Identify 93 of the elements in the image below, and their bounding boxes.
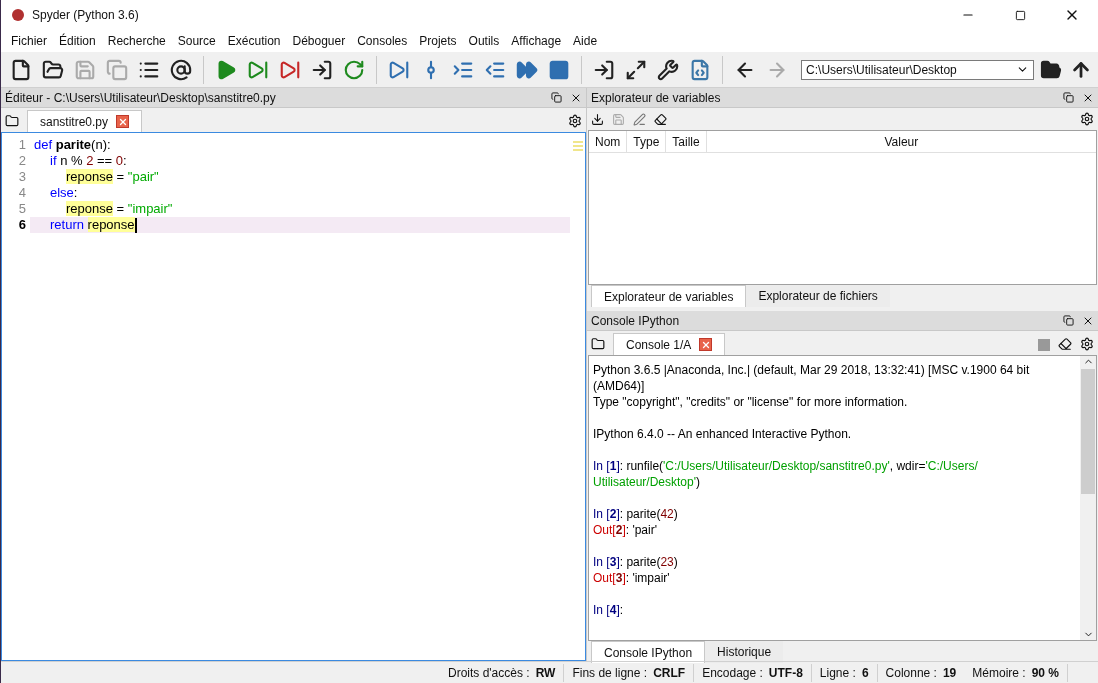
menu-item[interactable]: Déboguer <box>286 32 352 50</box>
browse-tabs-icon[interactable] <box>591 337 605 351</box>
status-value: 19 <box>942 664 957 682</box>
code-line: if n % 2 == 0: <box>49 153 128 169</box>
status-label: Fins de ligne : <box>572 664 648 682</box>
spyder-logo-icon <box>12 9 24 21</box>
eraser-icon[interactable] <box>1058 337 1072 351</box>
settings-icon[interactable] <box>1080 337 1094 351</box>
maximize-icon[interactable] <box>1015 9 1026 21</box>
window-title: Spyder (Python 3.6) <box>32 7 140 24</box>
column-header[interactable]: Nom <box>589 131 628 152</box>
menu-item[interactable]: Fichier <box>5 32 53 50</box>
console-line: In [4]: <box>593 602 625 618</box>
status-label: Encodage : <box>702 664 763 682</box>
tab-label: Explorateur de fichiers <box>758 288 878 305</box>
at-sign-icon[interactable] <box>170 57 193 82</box>
status-label: Ligne : <box>819 664 856 682</box>
line-number: 5 <box>18 201 26 217</box>
tab[interactable]: sanstitre0.py <box>27 110 143 132</box>
new-file-icon[interactable] <box>10 57 32 82</box>
code-editor[interactable]: 1 2 3 4 5 6 def parite(n): if n % 2 == 0: reponse = "pair" else: reponse = "impair" return reponse <box>1 132 586 661</box>
tab[interactable]: Explorateur de variables <box>591 285 747 307</box>
menu-item[interactable]: Édition <box>53 32 102 50</box>
column-header[interactable]: Taille <box>666 131 707 152</box>
tab-label: Explorateur de variables <box>604 288 734 306</box>
console-line: In [3]: parite(23) <box>593 554 679 570</box>
console-line: Utilisateur/Desktop') <box>593 474 701 490</box>
tab[interactable]: Console 1/A <box>613 333 726 355</box>
status-value: 6 <box>861 664 869 682</box>
console-line: In [2]: parite(42) <box>593 506 679 522</box>
save-as-icon[interactable] <box>633 112 646 126</box>
menu-item[interactable]: Outils <box>462 32 506 50</box>
line-number: 3 <box>18 169 26 185</box>
import-data-icon[interactable] <box>591 112 604 126</box>
console-line: Python 3.6.5 |Anaconda, Inc.| (default, Mar 29 2018, 13:32:41) [MSC v.1900 64 bit <box>593 362 1031 378</box>
undock-icon[interactable] <box>551 92 562 103</box>
tab[interactable]: Console IPython <box>591 641 706 663</box>
menu-item[interactable]: Recherche <box>101 32 172 50</box>
menu-item[interactable]: Aide <box>567 32 604 50</box>
line-number: 6 <box>18 217 26 233</box>
code-line: else: <box>49 185 79 201</box>
line-number: 4 <box>18 185 26 201</box>
browse-tabs-icon[interactable] <box>5 114 19 128</box>
tab[interactable]: Explorateur de fichiers <box>746 285 890 307</box>
console-line: Out[3]: 'impair' <box>593 570 671 586</box>
console-line: (AMD64)] <box>593 378 646 394</box>
text-cursor <box>134 217 137 233</box>
line-number: 1 <box>18 137 26 153</box>
tab-label: Console 1/A <box>626 336 692 354</box>
code-line: reponse = "pair" <box>65 169 160 185</box>
tab-label: Historique <box>717 644 772 661</box>
eraser-icon[interactable] <box>654 112 667 126</box>
console-line: Out[2]: 'pair' <box>593 522 658 538</box>
status-value: CRLF <box>653 664 686 682</box>
status-label: Droits d'accès : <box>447 664 530 682</box>
close-tab-icon[interactable] <box>699 338 713 351</box>
occurrence-marker <box>573 141 583 143</box>
menu-item[interactable]: Consoles <box>351 32 414 50</box>
close-tab-icon[interactable] <box>116 115 130 128</box>
code-line: def parite(n): <box>33 137 112 153</box>
tab-label: sanstitre0.py <box>40 113 109 131</box>
scrollbar[interactable] <box>1080 356 1096 640</box>
console-output[interactable] <box>588 355 1097 641</box>
menu-item[interactable]: Affichage <box>505 32 568 50</box>
status-value: 90 % <box>1031 664 1059 682</box>
menu-item[interactable]: Projets <box>413 32 463 50</box>
pane-title: Explorateur de variables <box>591 89 722 107</box>
console-line: IPython 6.4.0 -- An enhanced Interactive Python. <box>593 426 853 442</box>
undock-icon[interactable] <box>1063 315 1074 326</box>
status-label: Mémoire : <box>972 664 1026 682</box>
code-line: reponse = "impair" <box>65 201 174 217</box>
settings-icon[interactable] <box>1080 112 1094 126</box>
console-line: In [1]: runfile('C:/Users/Utilisateur/Desktop/sanstitre0.py', wdir='C:/Users/ <box>593 458 979 474</box>
status-label: Colonne : <box>885 664 937 682</box>
status-value: UTF-8 <box>768 664 803 682</box>
settings-icon[interactable] <box>568 114 582 128</box>
path-combobox[interactable]: C:\Users\Utilisateur\Desktop <box>801 59 1034 80</box>
undock-icon[interactable] <box>1063 92 1074 103</box>
console-line: Type "copyright", "credits" or "license" for more information. <box>593 394 909 410</box>
column-header[interactable]: Type <box>627 131 667 152</box>
pane-title: Éditeur - C:\Users\Utilisateur\Desktop\sanstitre0.py <box>5 89 277 107</box>
pane-title: Console IPython <box>591 312 681 330</box>
occurrence-marker <box>573 145 583 147</box>
menu-item[interactable]: Source <box>171 32 222 50</box>
menu-item[interactable]: Exécution <box>221 32 287 50</box>
column-header[interactable]: Valeur <box>706 131 1096 152</box>
path-value: C:\Users\Utilisateur\Desktop <box>806 61 958 79</box>
tab-label: Console IPython <box>604 644 693 662</box>
occurrence-marker <box>573 149 583 151</box>
line-number: 2 <box>18 153 26 169</box>
status-value: RW <box>535 664 556 682</box>
tab[interactable]: Historique <box>705 641 784 663</box>
wrench-icon[interactable] <box>657 57 680 82</box>
